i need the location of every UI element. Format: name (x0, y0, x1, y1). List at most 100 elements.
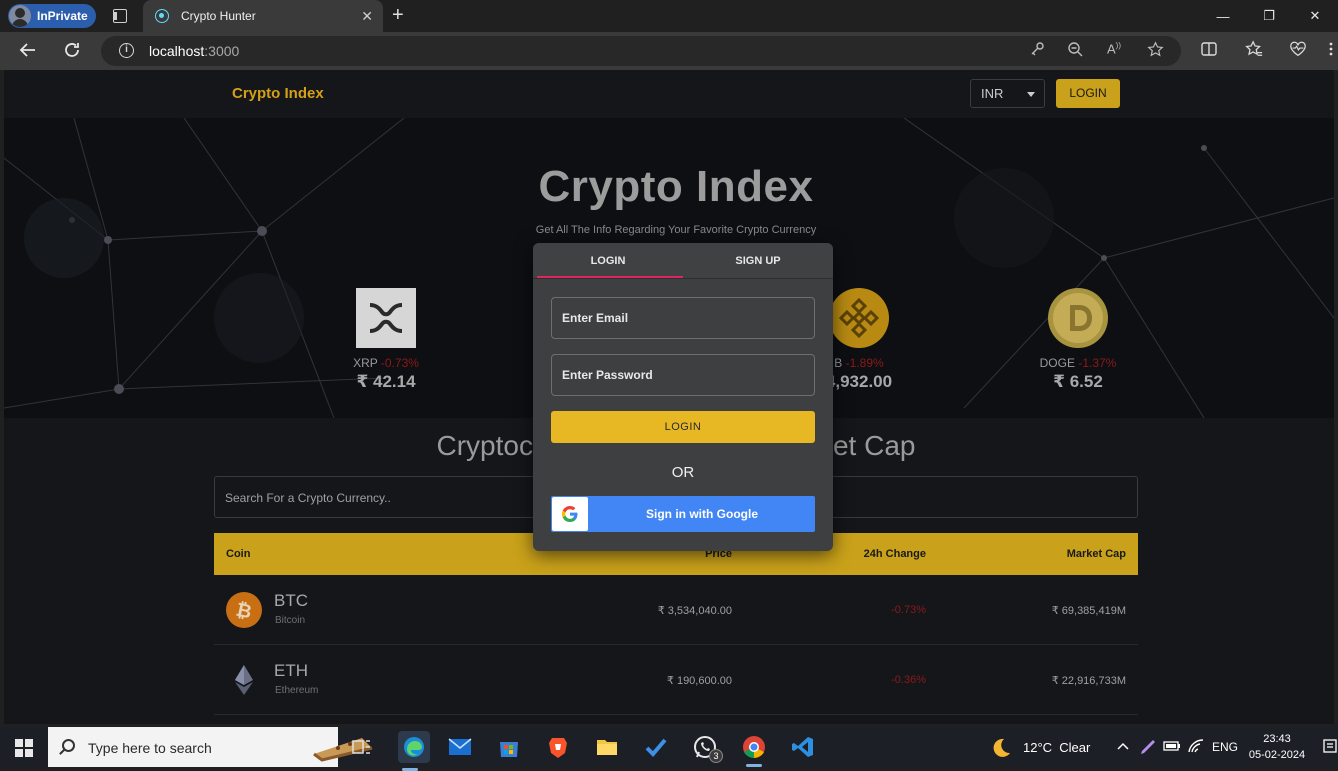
google-logo-icon (552, 497, 588, 531)
windows-taskbar: Type here to search 3 12°C Clear ENG 23:… (0, 727, 1338, 771)
clock-time: 23:43 (1263, 733, 1291, 745)
whatsapp-icon[interactable]: 3 (693, 735, 723, 763)
back-arrow-icon[interactable] (18, 40, 38, 65)
edge-app-icon[interactable] (398, 731, 430, 771)
inprivate-label: InPrivate (37, 9, 88, 23)
xrp-logo-icon (356, 288, 416, 348)
auth-tabs: LOGIN SIGN UP (533, 243, 833, 279)
password-key-icon[interactable] (1029, 41, 1045, 61)
google-signin-label: Sign in with Google (646, 507, 758, 521)
new-tab-button[interactable]: + (392, 4, 404, 26)
site-info-icon[interactable]: i (119, 43, 134, 58)
row-name: Ethereum (275, 685, 319, 696)
row-symbol: ETH (274, 661, 308, 680)
favorite-star-icon[interactable] (1147, 41, 1164, 62)
coin-symbol: DOGE (1039, 356, 1075, 370)
task-view-icon[interactable] (350, 735, 374, 759)
chevron-up-icon[interactable] (1116, 739, 1130, 756)
brand-title[interactable]: Crypto Index (232, 85, 324, 102)
weather-moon-icon[interactable] (990, 737, 1012, 762)
hero-subtitle: Get All The Info Regarding Your Favorite… (535, 224, 817, 236)
clock-date: 05-02-2024 (1248, 749, 1306, 761)
page-viewport: Crypto Index INR LOGIN Crypto Index Get … (4, 70, 1334, 724)
split-screen-icon[interactable] (1200, 40, 1218, 63)
minimize-button[interactable]: — (1200, 0, 1246, 32)
taskbar-search-box[interactable]: Type here to search (48, 727, 373, 767)
refresh-icon[interactable] (62, 40, 82, 65)
or-divider: OR (671, 464, 695, 481)
address-toolbar: i localhost:3000 A)) (0, 32, 1338, 70)
carousel-coin-xrp[interactable]: XRP -0.73% ₹ 42.14 (316, 288, 456, 392)
pen-icon[interactable] (1139, 738, 1157, 759)
row-market-cap: ₹ 22,916,733M (1051, 675, 1126, 687)
read-aloud-icon[interactable]: A)) (1107, 41, 1121, 56)
favorites-icon[interactable] (1245, 40, 1263, 63)
header-24h-change: 24h Change (863, 548, 926, 560)
table-row[interactable]: ETH Ethereum ₹ 190,600.00 -0.36% ₹ 22,91… (214, 645, 1138, 715)
currency-select[interactable]: INR (970, 79, 1045, 108)
bnb-logo-icon (829, 288, 889, 348)
file-explorer-icon[interactable] (595, 735, 619, 759)
windows-start-icon[interactable] (15, 739, 33, 757)
header-coin: Coin (226, 548, 251, 560)
email-field[interactable]: Enter Email (551, 297, 815, 339)
coin-change: -1.89% (845, 356, 884, 370)
todo-app-icon[interactable] (644, 735, 668, 759)
row-change: -0.36% (891, 674, 926, 686)
browser-essentials-icon[interactable] (1289, 40, 1307, 63)
row-price: ₹ 190,600.00 (666, 675, 732, 687)
search-icon (62, 739, 75, 752)
auth-modal: LOGIN SIGN UP Enter Email Enter Password… (533, 243, 833, 551)
coin-change: -1.37% (1078, 356, 1117, 370)
menu-more-icon[interactable] (1326, 40, 1336, 63)
chrome-app-icon[interactable] (742, 735, 766, 767)
url-text[interactable]: localhost:3000 (149, 43, 239, 59)
profile-avatar-icon (9, 5, 31, 27)
section-title-end: et Cap (832, 430, 916, 461)
password-field[interactable]: Enter Password (551, 354, 815, 396)
tab-title: Crypto Hunter (181, 9, 256, 23)
vscode-icon[interactable] (791, 735, 815, 759)
zoom-out-icon[interactable] (1067, 41, 1083, 61)
row-market-cap: ₹ 69,385,419M (1051, 605, 1126, 617)
section-title-start: Cryptoc (436, 430, 533, 461)
wifi-icon[interactable] (1187, 738, 1205, 757)
mail-app-icon[interactable] (448, 735, 472, 759)
login-submit-button[interactable]: LOGIN (551, 411, 815, 443)
coin-price: ₹ 42.14 (356, 372, 416, 391)
tab-signup[interactable]: SIGN UP (683, 243, 833, 279)
restore-button[interactable]: ❐ (1246, 0, 1292, 32)
google-signin-button[interactable]: Sign in with Google (551, 496, 815, 532)
site-header: Crypto Index INR LOGIN (4, 70, 1334, 118)
active-tab-indicator (537, 276, 683, 278)
language-indicator[interactable]: ENG (1212, 740, 1238, 754)
doge-logo-icon (1048, 288, 1108, 348)
address-bar[interactable]: i localhost:3000 A)) (101, 36, 1181, 66)
window-controls: — ❐ ✕ (1200, 0, 1338, 32)
coin-price: ₹ 6.52 (1053, 372, 1103, 391)
system-clock[interactable]: 23:43 05-02-2024 (1242, 731, 1312, 763)
react-favicon-icon (155, 9, 169, 23)
browser-tab[interactable]: Crypto Hunter ✕ (143, 0, 383, 32)
close-window-button[interactable]: ✕ (1292, 0, 1338, 32)
weather-text[interactable]: 12°C Clear (1023, 740, 1090, 755)
bitcoin-logo-icon: ₿ (226, 592, 262, 628)
tab-close-icon[interactable]: ✕ (361, 9, 373, 23)
row-price: ₹ 3,534,040.00 (657, 605, 732, 617)
caret-down-icon (1027, 92, 1035, 97)
inprivate-profile-button[interactable]: InPrivate (8, 4, 96, 28)
row-name: Bitcoin (275, 615, 306, 626)
tab-login[interactable]: LOGIN (533, 243, 683, 279)
carousel-coin-doge[interactable]: DOGE -1.37% ₹ 6.52 (1008, 288, 1148, 392)
notification-icon[interactable] (1323, 739, 1337, 760)
table-row[interactable]: ₿ BTC Bitcoin ₹ 3,534,040.00 -0.73% ₹ 69… (214, 575, 1138, 645)
battery-icon[interactable] (1163, 739, 1181, 756)
header-login-button[interactable]: LOGIN (1056, 79, 1120, 108)
microsoft-store-icon[interactable] (497, 735, 521, 759)
currency-value: INR (981, 86, 1004, 101)
brave-browser-icon[interactable] (546, 735, 570, 759)
tab-actions-icon[interactable] (113, 9, 127, 23)
coin-symbol: B (834, 356, 843, 370)
url-host: localhost (149, 43, 205, 59)
row-symbol: BTC (274, 591, 308, 610)
